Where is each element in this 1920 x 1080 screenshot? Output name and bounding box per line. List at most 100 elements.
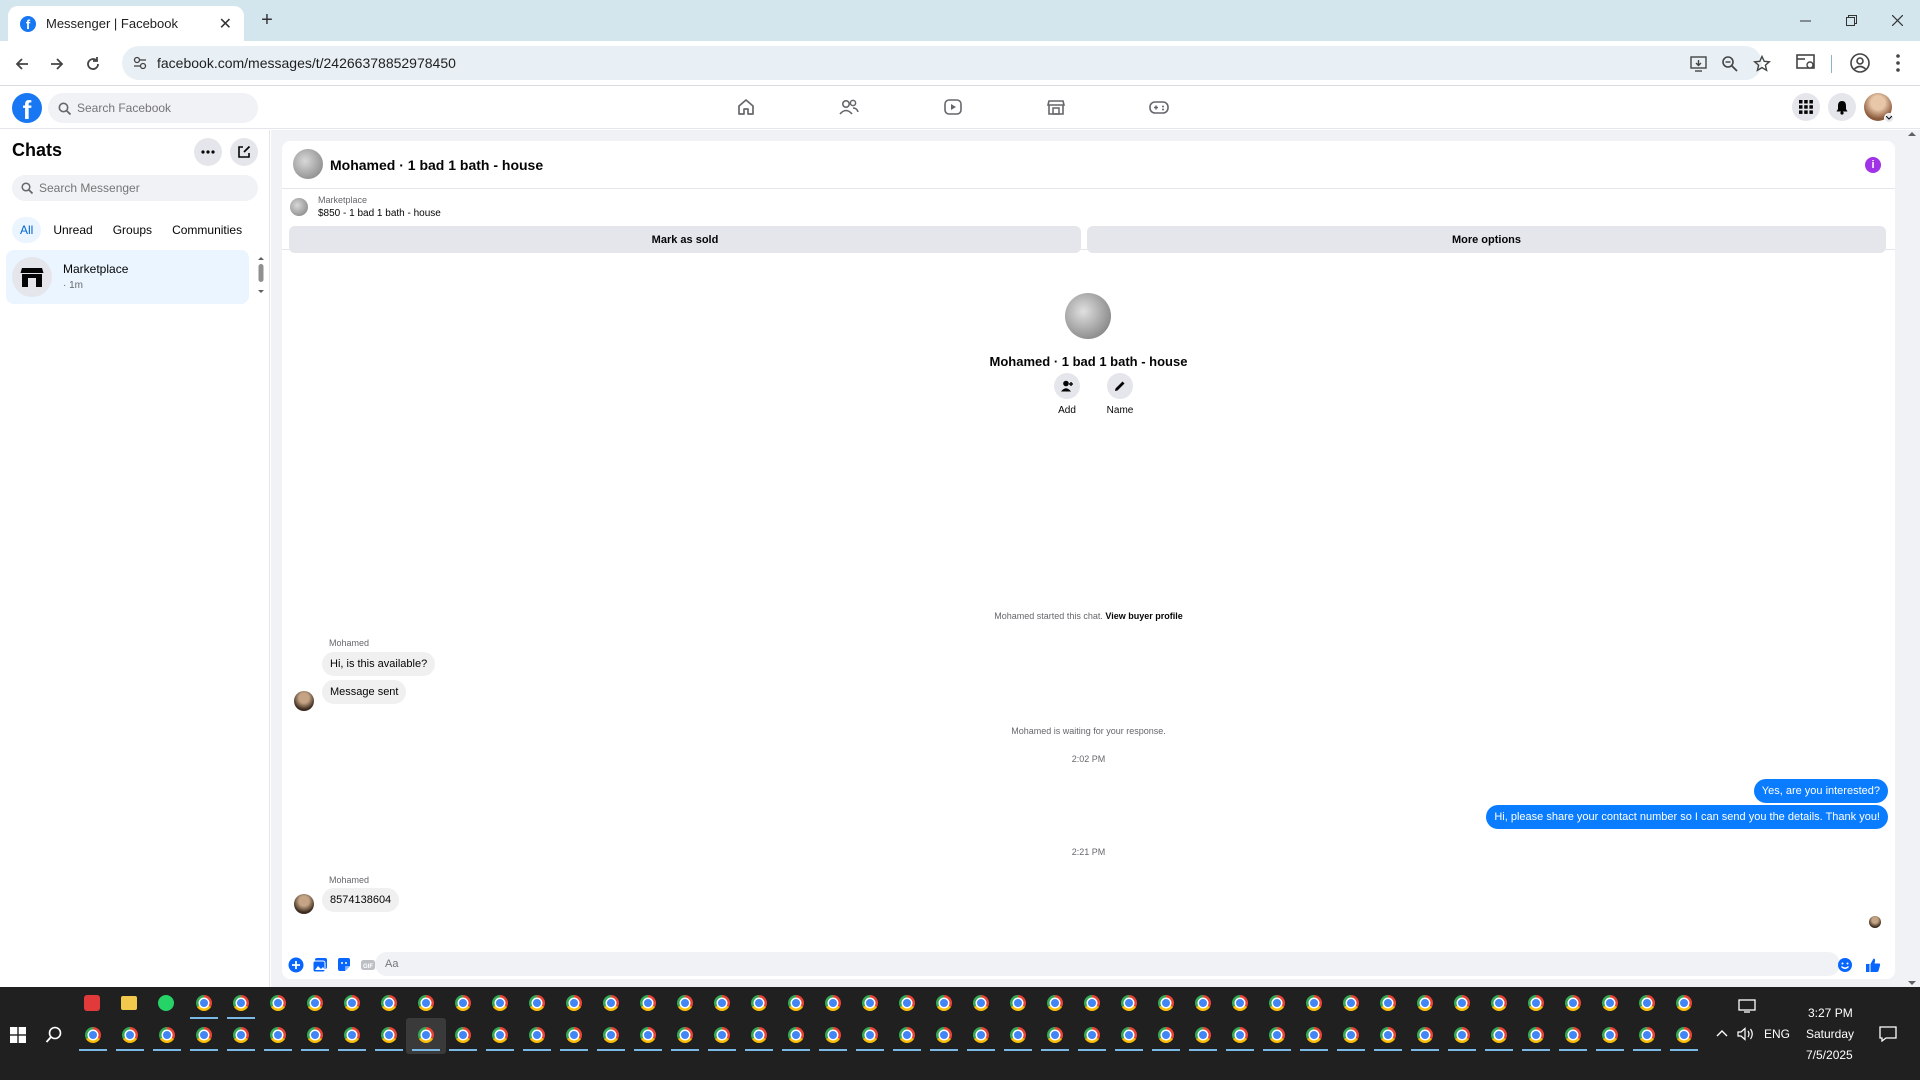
facebook-logo-icon[interactable]: f — [12, 93, 42, 123]
chrome-window-icon[interactable] — [603, 1027, 619, 1043]
chrome-window-icon[interactable] — [1010, 1027, 1026, 1043]
install-app-icon[interactable] — [1690, 55, 1708, 73]
chrome-window-icon[interactable] — [1269, 1027, 1285, 1043]
chrome-window-icon[interactable] — [233, 995, 249, 1011]
add-action[interactable]: Add — [1047, 373, 1087, 416]
zoom-icon[interactable] — [1721, 55, 1739, 73]
menu-button[interactable] — [1792, 93, 1820, 121]
close-tab-icon[interactable]: ✕ — [219, 14, 232, 34]
chrome-window-icon[interactable] — [1380, 1027, 1396, 1043]
chrome-window-icon[interactable] — [566, 1027, 582, 1043]
emoji-icon[interactable] — [1837, 957, 1853, 973]
chrome-window-icon[interactable] — [788, 995, 804, 1011]
chrome-window-icon[interactable] — [1491, 1027, 1507, 1043]
chrome-window-icon[interactable] — [122, 1027, 138, 1043]
chrome-window-icon[interactable] — [603, 995, 619, 1011]
incoming-message[interactable]: 8574138604 — [322, 888, 400, 912]
recorder-app-icon[interactable] — [84, 995, 100, 1011]
minimize-button[interactable] — [1782, 0, 1828, 41]
reload-button[interactable] — [80, 51, 106, 77]
chrome-window-icon[interactable] — [529, 1027, 545, 1043]
new-tab-button[interactable]: + — [256, 9, 278, 32]
chrome-window-icon[interactable] — [1602, 1027, 1618, 1043]
chrome-window-icon[interactable] — [1269, 995, 1285, 1011]
like-thumbs-up-icon[interactable] — [1865, 957, 1881, 973]
plus-icon[interactable] — [288, 957, 304, 973]
forward-button[interactable] — [44, 51, 70, 77]
chrome-window-icon[interactable] — [492, 1027, 508, 1043]
chrome-window-icon[interactable] — [1158, 995, 1174, 1011]
language-indicator[interactable]: ENG — [1764, 1027, 1790, 1041]
new-message-button[interactable] — [230, 138, 258, 166]
chrome-window-icon[interactable] — [1454, 995, 1470, 1011]
chrome-window-icon[interactable] — [1084, 1027, 1100, 1043]
nav-gaming[interactable] — [1145, 95, 1173, 119]
chrome-window-icon[interactable] — [714, 995, 730, 1011]
chrome-window-icon[interactable] — [640, 995, 656, 1011]
chrome-window-icon[interactable] — [1343, 995, 1359, 1011]
nav-home[interactable] — [732, 95, 760, 119]
chrome-window-icon[interactable] — [1565, 1027, 1581, 1043]
start-button[interactable] — [10, 1027, 26, 1043]
chrome-window-icon[interactable] — [1676, 995, 1692, 1011]
file-explorer-icon[interactable] — [121, 996, 137, 1010]
info-icon[interactable]: i — [1865, 157, 1881, 173]
chrome-window-icon[interactable] — [1010, 995, 1026, 1011]
chrome-window-icon[interactable] — [1195, 995, 1211, 1011]
chrome-window-icon[interactable] — [862, 1027, 878, 1043]
chrome-window-icon[interactable] — [1639, 995, 1655, 1011]
chrome-window-icon[interactable] — [1417, 1027, 1433, 1043]
chrome-window-icon[interactable] — [455, 1027, 471, 1043]
nav-marketplace[interactable] — [1042, 95, 1070, 119]
message-input[interactable] — [385, 958, 1785, 970]
chrome-window-icon[interactable] — [1417, 995, 1433, 1011]
outgoing-message[interactable]: Yes, are you interested? — [1753, 779, 1888, 803]
nav-friends[interactable] — [835, 95, 863, 119]
chrome-window-icon[interactable] — [1565, 995, 1581, 1011]
chevron-up-icon[interactable] — [1716, 1029, 1728, 1037]
messenger-search[interactable] — [12, 175, 258, 201]
chrome-window-icon[interactable] — [899, 1027, 915, 1043]
chrome-window-icon[interactable] — [1306, 1027, 1322, 1043]
chrome-window-icon[interactable] — [455, 995, 471, 1011]
filter-unread[interactable]: Unread — [45, 217, 100, 243]
profile-icon[interactable] — [1848, 51, 1872, 75]
chrome-window-icon[interactable] — [677, 1027, 693, 1043]
chrome-window-icon[interactable] — [381, 995, 397, 1011]
chrome-window-icon[interactable] — [1121, 1027, 1137, 1043]
incoming-message[interactable]: Message sent — [322, 680, 407, 704]
chrome-window-icon[interactable] — [196, 995, 212, 1011]
incoming-message[interactable]: Hi, is this available? — [322, 652, 436, 676]
chrome-window-icon[interactable] — [1343, 1027, 1359, 1043]
chrome-window-icon[interactable] — [640, 1027, 656, 1043]
outgoing-message[interactable]: Hi, please share your contact number so … — [1486, 805, 1888, 829]
notification-center-icon[interactable] — [1879, 1026, 1897, 1042]
chrome-window-icon[interactable] — [159, 1027, 175, 1043]
chrome-window-icon[interactable] — [1491, 995, 1507, 1011]
chrome-window-icon[interactable] — [1084, 995, 1100, 1011]
notifications-button[interactable] — [1828, 93, 1856, 121]
sender-avatar[interactable] — [294, 691, 314, 711]
chrome-window-icon[interactable] — [307, 1027, 323, 1043]
back-button[interactable] — [9, 51, 35, 77]
chrome-window-icon[interactable] — [973, 1027, 989, 1043]
chrome-window-icon[interactable] — [1232, 1027, 1248, 1043]
more-options-button[interactable]: More options — [1087, 226, 1886, 253]
chrome-window-icon[interactable] — [825, 995, 841, 1011]
address-bar[interactable]: facebook.com/messages/t/2426637885297845… — [122, 46, 1771, 80]
chrome-window-icon[interactable] — [1528, 1027, 1544, 1043]
bookmark-star-icon[interactable] — [1753, 55, 1771, 73]
chrome-window-icon[interactable] — [714, 1027, 730, 1043]
browser-menu-icon[interactable] — [1886, 51, 1910, 75]
chrome-window-icon[interactable] — [1232, 995, 1248, 1011]
whatsapp-icon[interactable] — [158, 995, 174, 1011]
chrome-window-icon[interactable] — [307, 995, 323, 1011]
sender-avatar[interactable] — [294, 894, 314, 914]
close-window-button[interactable] — [1874, 0, 1920, 41]
chrome-window-icon[interactable] — [1639, 1027, 1655, 1043]
chrome-window-icon[interactable] — [418, 1027, 434, 1043]
network-icon[interactable] — [1738, 999, 1756, 1013]
chat-list-item-marketplace[interactable]: Marketplace · 1m — [6, 250, 249, 304]
account-chevron-down-icon[interactable] — [1884, 113, 1894, 123]
tab-search-icon[interactable] — [1795, 51, 1819, 75]
